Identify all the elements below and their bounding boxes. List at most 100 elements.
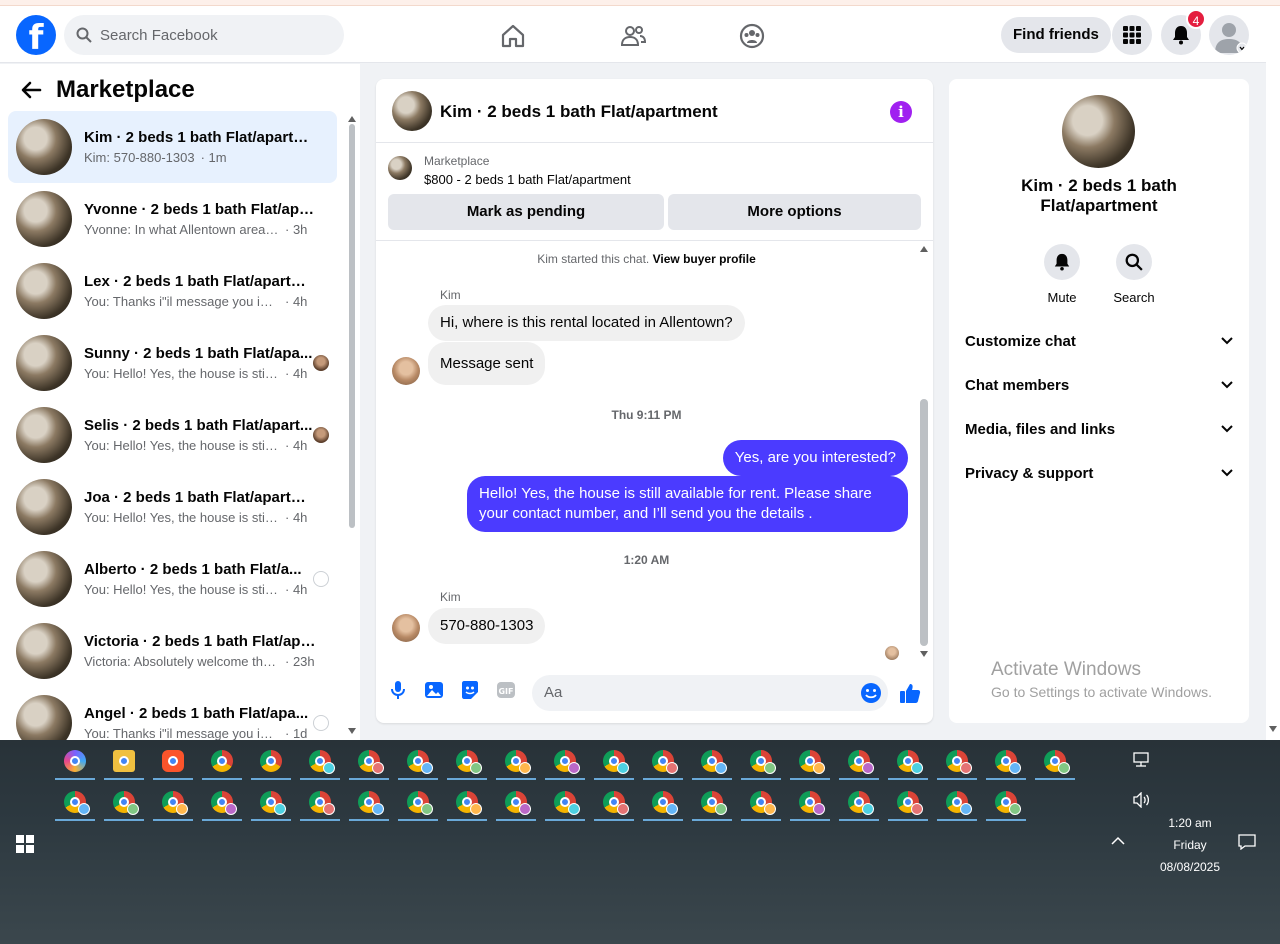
chrome-profile-icon[interactable] <box>986 744 1026 780</box>
volume-icon[interactable] <box>1133 792 1151 808</box>
chrome-profile-icon[interactable] <box>398 744 438 780</box>
chevron-up-icon[interactable] <box>1111 836 1125 846</box>
chrome-profile-icon[interactable] <box>349 785 389 821</box>
friends-icon[interactable] <box>619 22 647 50</box>
chrome-profile-icon[interactable] <box>300 785 340 821</box>
chrome-profile-icon[interactable] <box>986 785 1026 821</box>
chrome-profile-icon[interactable] <box>545 785 585 821</box>
chrome-profile-icon[interactable] <box>594 785 634 821</box>
chat-listing-thumbnail[interactable] <box>392 91 432 131</box>
sidebar-scroll-thumb[interactable] <box>349 124 355 528</box>
message-input[interactable]: Aa <box>532 675 888 711</box>
chrome-profile-icon[interactable] <box>447 744 487 780</box>
chrome-profile-icon[interactable] <box>251 785 291 821</box>
listing-price-title[interactable]: $800 - 2 beds 1 bath Flat/apartment <box>424 172 631 187</box>
chrome-profile-icon[interactable] <box>937 744 977 780</box>
gif-icon[interactable]: GIF <box>495 679 517 701</box>
copilot-icon[interactable] <box>55 744 95 780</box>
chrome-profile-icon[interactable] <box>888 744 928 780</box>
chrome-profile-icon[interactable] <box>839 744 879 780</box>
thumbs-up-icon[interactable] <box>899 682 921 704</box>
search-action[interactable]: Search <box>1104 244 1164 305</box>
microphone-icon[interactable] <box>387 679 409 701</box>
sender-avatar[interactable] <box>392 614 420 642</box>
chrome-profile-icon[interactable] <box>545 744 585 780</box>
sticker-icon[interactable] <box>459 679 481 701</box>
scroll-down-arrow-icon[interactable] <box>920 651 928 657</box>
chrome-profile-icon[interactable] <box>202 785 242 821</box>
chrome-profile-icon[interactable] <box>1035 744 1075 780</box>
photo-icon[interactable] <box>423 679 445 701</box>
scroll-down-arrow-icon[interactable] <box>348 728 356 734</box>
sender-avatar[interactable] <box>392 357 420 385</box>
mute-action[interactable]: Mute <box>1032 244 1092 305</box>
chrome-profile-icon[interactable] <box>741 744 781 780</box>
home-icon[interactable] <box>499 22 527 50</box>
incoming-message[interactable]: 570-880-1303 <box>428 608 546 644</box>
page-scrollbar[interactable] <box>1266 6 1280 740</box>
menu-button[interactable] <box>1112 15 1152 55</box>
profile-avatar[interactable] <box>1209 15 1249 55</box>
scroll-down-arrow-icon[interactable] <box>1269 726 1277 732</box>
scroll-up-arrow-icon[interactable] <box>920 246 928 252</box>
file-explorer-icon[interactable] <box>104 744 144 780</box>
media-files-links-row[interactable]: Media, files and links <box>965 407 1233 451</box>
chrome-profile-icon[interactable] <box>153 785 193 821</box>
notification-center-icon[interactable] <box>1238 834 1256 850</box>
customize-chat-row[interactable]: Customize chat <box>965 319 1233 363</box>
conversation-item-selis[interactable]: Selis · 2 beds 1 bath Flat/apart... You:… <box>8 399 337 471</box>
chrome-profile-icon[interactable] <box>692 744 732 780</box>
back-arrow-icon[interactable] <box>20 80 42 100</box>
chrome-profile-icon[interactable] <box>692 785 732 821</box>
info-icon[interactable]: i <box>890 101 912 123</box>
chrome-profile-icon[interactable] <box>643 785 683 821</box>
chrome-profile-icon[interactable] <box>496 785 536 821</box>
view-buyer-profile-link[interactable]: View buyer profile <box>653 252 756 266</box>
privacy-support-row[interactable]: Privacy & support <box>965 451 1233 495</box>
chrome-profile-icon[interactable] <box>496 744 536 780</box>
app-icon[interactable] <box>251 744 291 780</box>
groups-icon[interactable] <box>738 22 766 50</box>
conversation-item-victoria[interactable]: Victoria · 2 beds 1 bath Flat/apar... Vi… <box>8 615 337 687</box>
chrome-profile-icon[interactable] <box>300 744 340 780</box>
chrome-icon[interactable] <box>202 744 242 780</box>
incoming-message[interactable]: Hi, where is this rental located in Alle… <box>428 305 745 341</box>
conversation-item-yvonne[interactable]: Yvonne · 2 beds 1 bath Flat/apar... Yvon… <box>8 183 337 255</box>
conversation-item-lex[interactable]: Lex · 2 beds 1 bath Flat/apartment You: … <box>8 255 337 327</box>
chrome-profile-icon[interactable] <box>888 785 928 821</box>
conversation-item-joa[interactable]: Joa · 2 beds 1 bath Flat/apartment You: … <box>8 471 337 543</box>
chrome-profile-icon[interactable] <box>447 785 487 821</box>
chrome-profile-icon[interactable] <box>349 744 389 780</box>
chrome-profile-icon[interactable] <box>398 785 438 821</box>
chrome-profile-icon[interactable] <box>741 785 781 821</box>
chat-title[interactable]: Kim · 2 beds 1 bath Flat/apartment <box>440 102 718 122</box>
brave-browser-icon[interactable] <box>153 744 193 780</box>
chrome-profile-icon[interactable] <box>790 785 830 821</box>
find-friends-button[interactable]: Find friends <box>1001 17 1111 53</box>
chrome-profile-icon[interactable] <box>104 785 144 821</box>
mark-as-pending-button[interactable]: Mark as pending <box>388 194 664 230</box>
network-icon[interactable] <box>1133 752 1151 768</box>
chrome-profile-icon[interactable] <box>937 785 977 821</box>
conversation-item-sunny[interactable]: Sunny · 2 beds 1 bath Flat/apa... You: H… <box>8 327 337 399</box>
chrome-profile-icon[interactable] <box>643 744 683 780</box>
taskbar-clock[interactable]: 1:20 am Friday 08/08/2025 <box>1150 812 1230 878</box>
incoming-message[interactable]: Message sent <box>428 342 546 385</box>
conversation-item-kim[interactable]: Kim · 2 beds 1 bath Flat/apartme... Kim:… <box>8 111 337 183</box>
search-input[interactable]: Search Facebook <box>64 15 344 55</box>
outgoing-message[interactable]: Yes, are you interested? <box>722 440 908 476</box>
more-options-button[interactable]: More options <box>668 194 921 230</box>
details-listing-photo[interactable] <box>1062 95 1135 168</box>
conversation-item-alberto[interactable]: Alberto · 2 beds 1 bath Flat/a... You: H… <box>8 543 337 615</box>
emoji-icon[interactable] <box>860 682 882 704</box>
chat-members-row[interactable]: Chat members <box>965 363 1233 407</box>
outgoing-message[interactable]: Hello! Yes, the house is still available… <box>467 476 908 532</box>
conversation-item-angel[interactable]: Angel · 2 beds 1 bath Flat/apa... You: T… <box>8 687 337 740</box>
windows-start-icon[interactable] <box>16 835 34 853</box>
facebook-logo-icon[interactable]: f <box>16 15 56 55</box>
chrome-profile-icon[interactable] <box>55 785 95 821</box>
scroll-up-arrow-icon[interactable] <box>348 116 356 122</box>
chrome-profile-icon[interactable] <box>790 744 830 780</box>
chrome-profile-icon[interactable] <box>839 785 879 821</box>
chat-scroll-thumb[interactable] <box>920 399 928 646</box>
